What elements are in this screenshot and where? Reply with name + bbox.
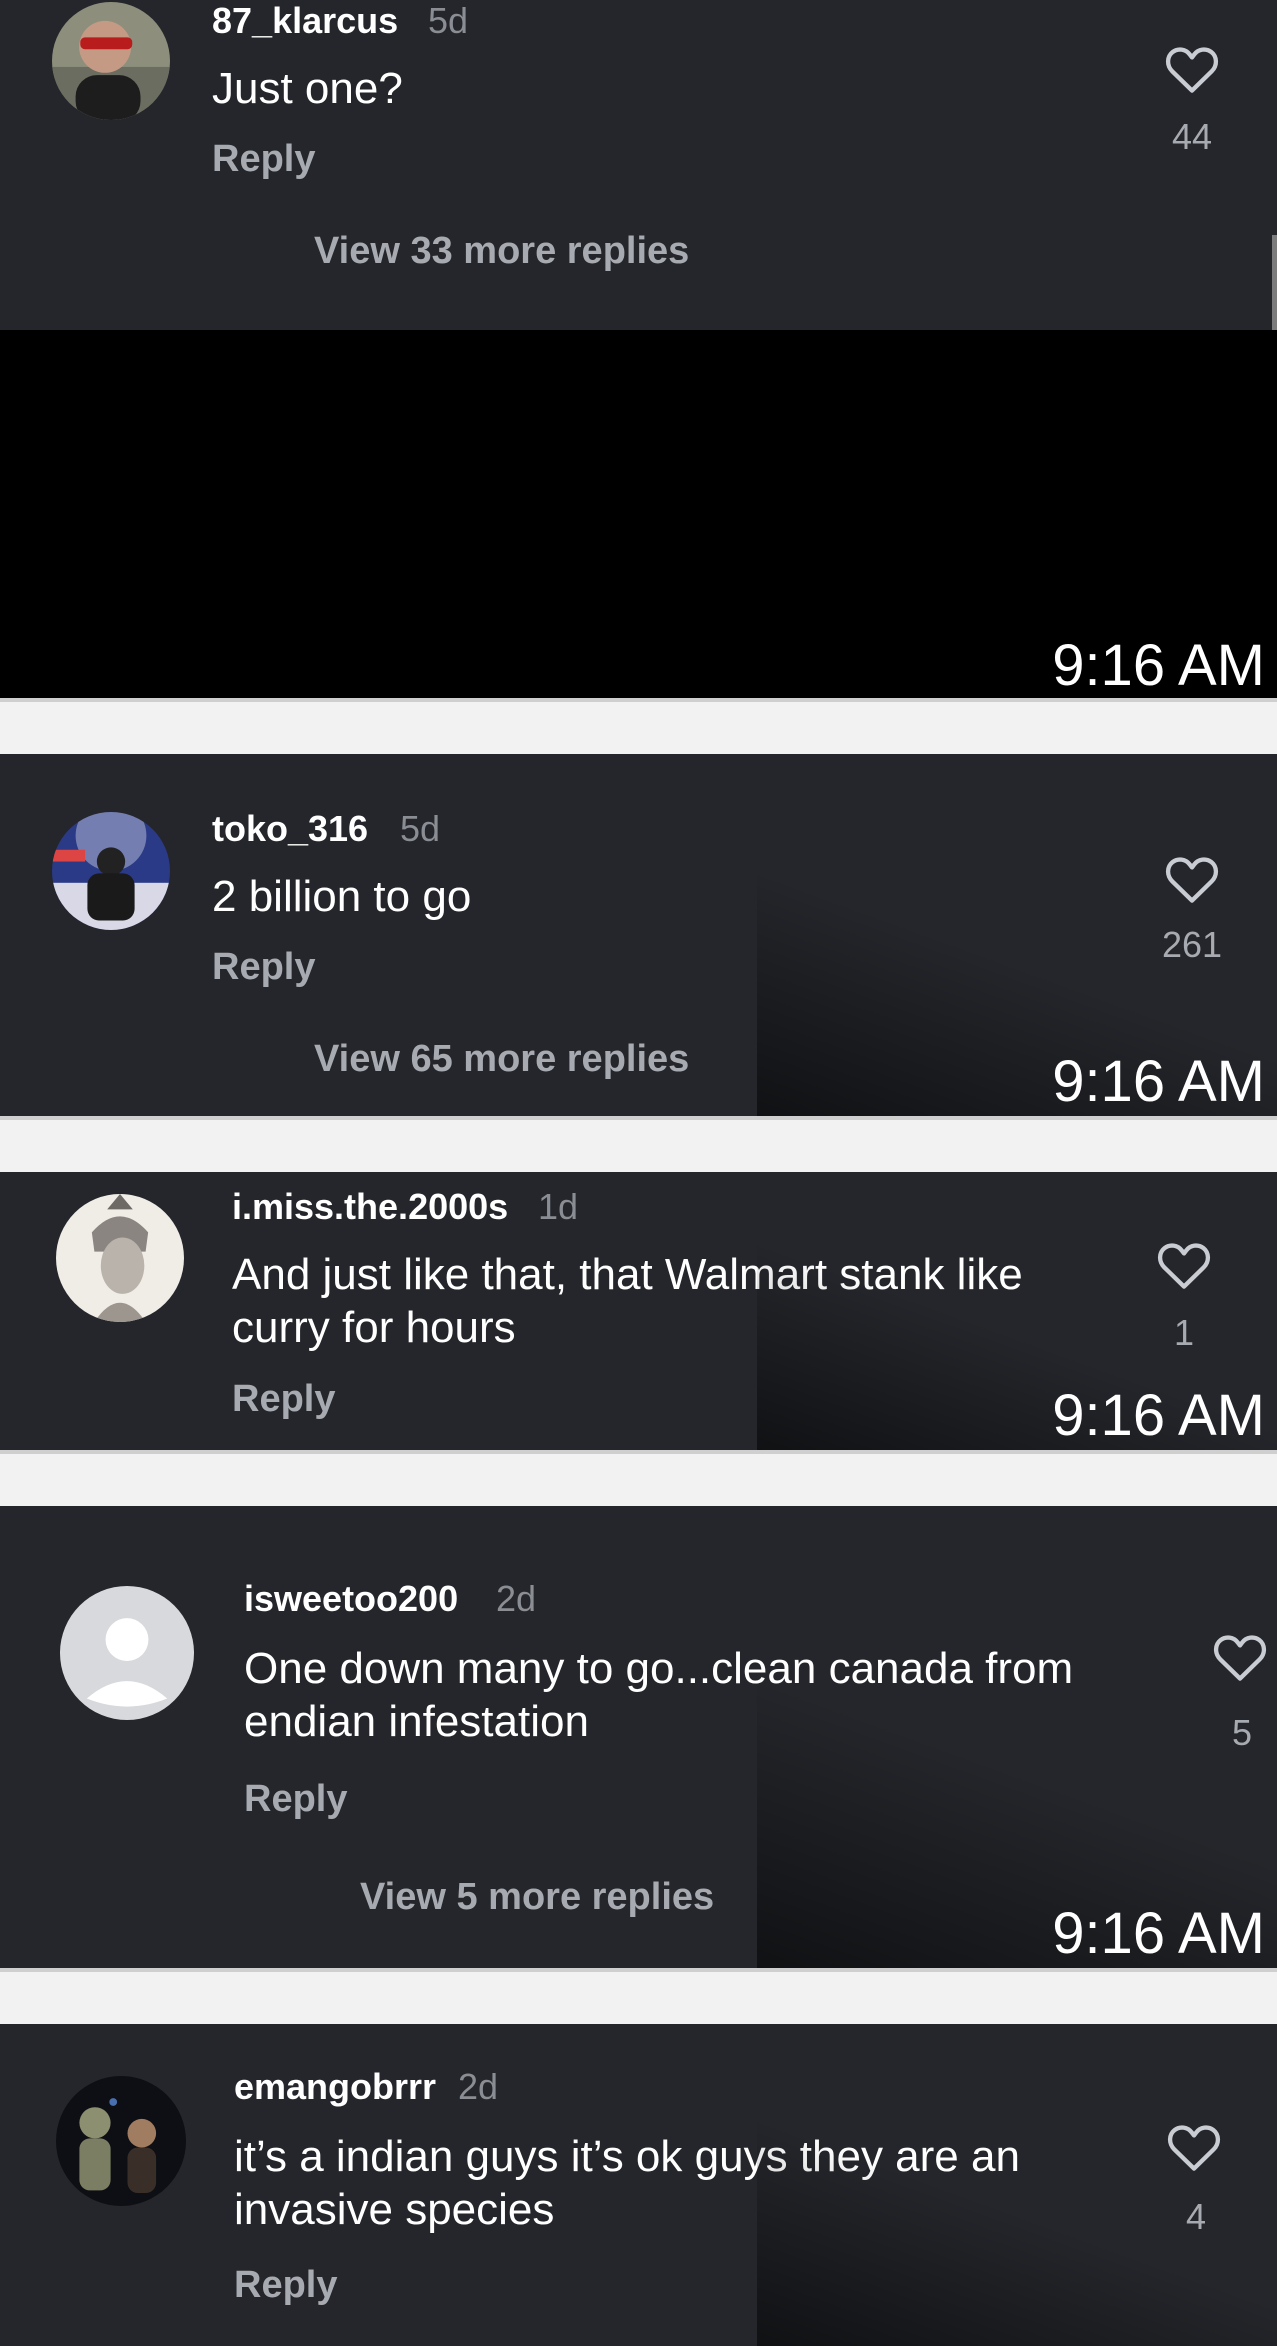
comment-text: Just one? [212, 64, 403, 113]
avatar[interactable] [60, 1586, 194, 1720]
timestamp: 9:16 AM [1052, 1383, 1265, 1448]
comment-text: And just like that, that Walmart stank l… [232, 1250, 1023, 1352]
heart-icon[interactable] [1164, 44, 1220, 94]
like-count: 1 [1173, 1312, 1195, 1353]
reply-button[interactable]: Reply [244, 1778, 347, 1821]
separator [0, 1968, 1277, 1972]
timestamp: 9:16 AM [1052, 1901, 1265, 1966]
comment-age: 2d [458, 2066, 499, 2107]
reply-button[interactable]: Reply [234, 2264, 337, 2307]
separator [0, 1450, 1277, 1454]
comment-username[interactable]: emangobrrr [234, 2066, 436, 2108]
avatar[interactable] [56, 1194, 184, 1322]
comment-username[interactable]: isweetoo200 [244, 1578, 458, 1620]
comment-text: One down many to go...clean canada from … [244, 1644, 1074, 1746]
comment-panel-4: isweetoo200 2d One down many to go...cle… [0, 1506, 1277, 1968]
like-count: 4 [1185, 2196, 1207, 2237]
comment-panel-1: 87_klarcus 5d Just one? Reply View 33 mo… [0, 0, 1277, 330]
avatar[interactable] [52, 812, 170, 930]
avatar[interactable] [52, 2, 170, 120]
timestamp: 9:16 AM [1052, 633, 1265, 698]
comment-username[interactable]: i.miss.the.2000s [232, 1186, 508, 1228]
comment-username[interactable]: 87_klarcus [212, 0, 398, 42]
heart-icon[interactable] [1156, 1240, 1212, 1290]
heart-icon[interactable] [1212, 1632, 1268, 1682]
separator [0, 1116, 1277, 1120]
comment-panel-5: emangobrrr 2d it’s a indian guys it’s ok… [0, 2024, 1277, 2346]
heart-icon[interactable] [1166, 2122, 1222, 2172]
view-more-replies[interactable]: View 65 more replies [314, 1038, 689, 1081]
reply-button[interactable]: Reply [212, 138, 315, 181]
like-count: 44 [1171, 116, 1213, 157]
comment-age: 1d [538, 1186, 579, 1227]
heart-icon[interactable] [1164, 854, 1220, 904]
comment-text: it’s a indian guys it’s ok guys they are… [234, 2132, 1020, 2234]
comment-age: 5d [400, 808, 441, 849]
avatar[interactable] [56, 2076, 186, 2206]
reply-button[interactable]: Reply [232, 1378, 335, 1421]
comment-username[interactable]: toko_316 [212, 808, 368, 850]
comment-text: 2 billion to go [212, 872, 472, 921]
comment-age: 2d [496, 1578, 537, 1619]
scrollbar[interactable] [1272, 235, 1277, 330]
timestamp: 9:16 AM [1052, 1049, 1265, 1114]
reply-button[interactable]: Reply [212, 946, 315, 989]
view-more-replies[interactable]: View 33 more replies [314, 230, 689, 273]
comment-age: 5d [428, 0, 469, 41]
like-count: 5 [1231, 1712, 1253, 1753]
view-more-replies[interactable]: View 5 more replies [360, 1876, 714, 1919]
like-count: 261 [1161, 924, 1223, 965]
